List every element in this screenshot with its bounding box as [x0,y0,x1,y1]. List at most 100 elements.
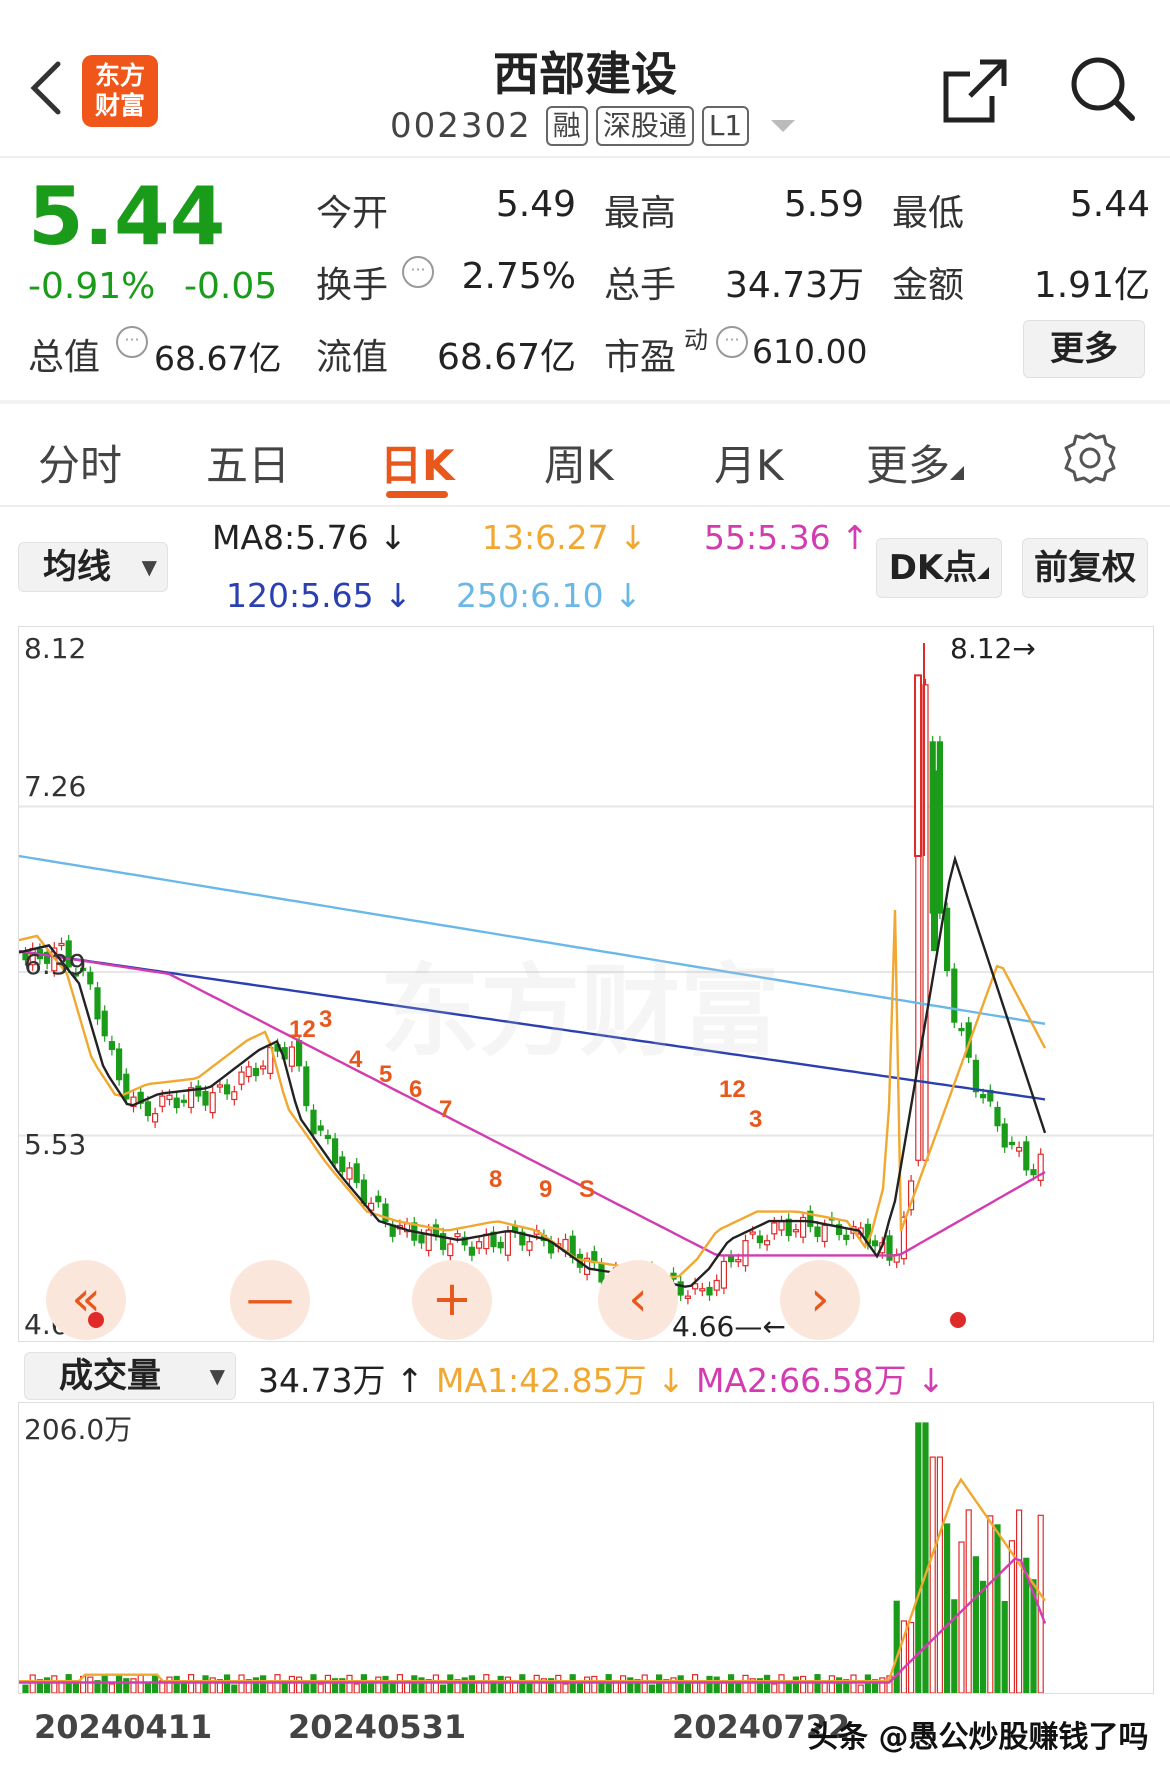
adjust-button[interactable]: 前复权 [1022,538,1148,598]
left-icon[interactable]: ‹ [598,1260,678,1340]
volume-bar [310,1674,317,1693]
volume-bar [763,1674,771,1693]
volume-bar [1037,1514,1044,1693]
tag-connect: 深股通 [595,106,694,146]
candle-body [771,1222,778,1235]
minus-icon[interactable]: — [230,1260,310,1340]
volume-bar [87,1676,94,1693]
share-button[interactable] [940,56,1010,126]
stock-subtitle: 002302 融 深股通 L1 [390,106,797,146]
search-button[interactable] [1068,54,1138,124]
volume-selector[interactable]: 成交量 ▼ [24,1352,236,1400]
candle-body [324,1134,331,1140]
volume-bar [814,1674,821,1693]
volume-bar [346,1674,353,1693]
right-icon[interactable]: › [780,1260,860,1340]
candle-body [958,1028,965,1032]
volume-bar [404,1682,411,1693]
volume-bar [864,1674,872,1693]
float-label: 流值 [316,337,389,378]
volume-bar [533,1674,540,1693]
plus-icon[interactable]: + [412,1260,492,1340]
turnover-label: 换手 [316,265,389,306]
candle-body [288,1046,295,1067]
candle-body [943,907,951,972]
tag-margin: 融 [545,106,588,146]
volume-bar [555,1674,562,1693]
open-value: 5.49 [495,184,576,225]
tab-weekly-k[interactable]: 周K [544,432,614,493]
mktcap-label: 总值 [28,337,101,378]
ma-selector[interactable]: 均线 ▼ [18,542,168,592]
volume-bar [497,1675,504,1693]
volume-bar [735,1683,742,1693]
amount-value: 1.91亿 [1033,265,1150,306]
volume-bar [526,1683,533,1693]
double-left-icon[interactable]: « [46,1260,126,1340]
volume-bar [929,1456,936,1693]
volume-bar [648,1684,656,1693]
candle-body [871,1240,879,1247]
candle-body [418,1234,425,1244]
info-icon[interactable]: ··· [716,326,748,358]
candle-body [58,942,65,947]
volume-bar [857,1684,864,1693]
settings-button[interactable] [1062,430,1118,486]
tab-monthly-k[interactable]: 月K [714,432,784,493]
more-quote-button[interactable]: 更多 [1023,320,1145,378]
volume-bar [238,1674,245,1693]
candle-body [115,1048,123,1081]
open-label: 今开 [316,193,389,234]
y-tick: 5.53 [24,1128,87,1161]
signal-mark: 3 [749,1106,762,1133]
volume-chart[interactable] [18,1402,1154,1694]
dropdown-arrow-icon[interactable] [769,116,797,136]
volume-bar [619,1675,627,1693]
info-icon[interactable]: ··· [402,256,434,288]
arrow-down-icon: ↓ [368,518,407,557]
tab-more[interactable]: 更多 [866,432,965,493]
candle-body [317,1125,324,1131]
volume-bar [267,1682,274,1693]
tab-intraday[interactable]: 分时 [38,432,122,493]
signal-mark: 12 [289,1016,316,1043]
volume-bar [771,1683,778,1693]
volume-bar [51,1675,58,1693]
candle-body [749,1231,756,1235]
ma55-text: 55:5.36 [704,518,831,557]
volume-bar [396,1674,403,1693]
candle-body [468,1246,475,1256]
float-value: 68.67亿 [436,337,576,378]
volume-bar [958,1541,965,1693]
volume-ma2: MA2:66.58万 ↓ [696,1354,945,1402]
volume-bar [951,1599,958,1693]
candle-body [209,1092,216,1114]
volume-bar [706,1675,713,1693]
volume-bar [375,1676,382,1693]
volume-bar [324,1674,331,1693]
arrow-down-icon: ↓ [608,518,647,557]
candle-body [931,770,938,952]
volume-bar [65,1674,72,1693]
volume-value: 34.73万 [724,265,864,306]
candle-body [735,1259,742,1263]
volume-bar [29,1674,36,1693]
volume-bar [411,1675,418,1693]
candle-body [180,1099,187,1103]
candle-body [195,1085,202,1097]
candle-body [914,674,922,857]
header-divider [0,156,1170,158]
candle-body [202,1090,209,1106]
tag-level: L1 [701,106,750,146]
tab-daily-k[interactable]: 日K [380,432,455,493]
candle-body [346,1167,353,1180]
volume-bar [101,1674,108,1693]
candle-body [497,1241,504,1249]
info-icon[interactable]: ··· [116,326,148,358]
candle-body [353,1163,360,1183]
dk-point-button[interactable]: DK点 [876,538,1002,598]
candle-body [238,1071,245,1085]
tab-five-day[interactable]: 五日 [206,432,290,493]
candle-body [447,1243,454,1257]
dropdown-arrow-icon: ▼ [209,1364,225,1388]
